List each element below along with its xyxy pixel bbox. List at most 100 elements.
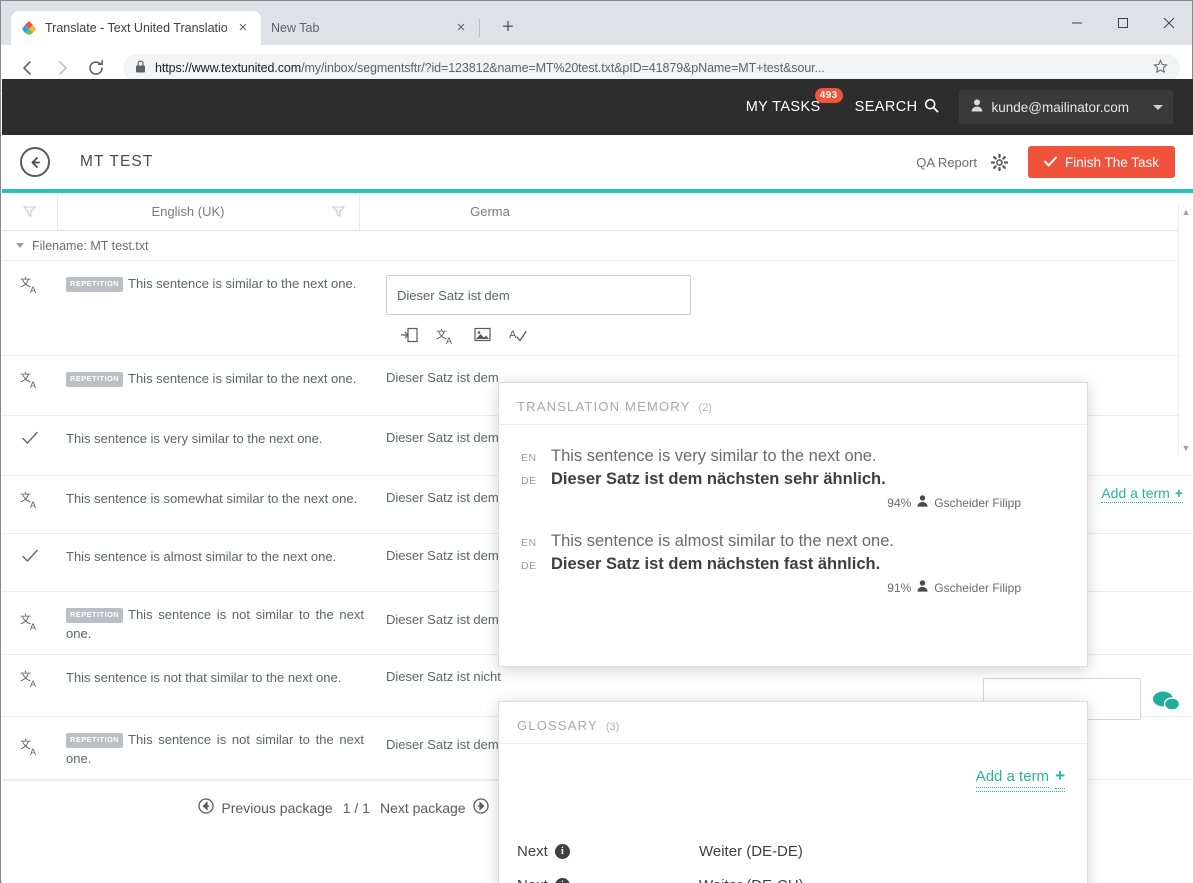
segment-source-text: REPETITION This sentence is not similar t… — [58, 717, 374, 779]
tm-target-text: Dieser Satz ist dem nächsten fast ähnlic… — [551, 555, 881, 573]
close-icon[interactable]: × — [235, 20, 251, 36]
segment-status-icon[interactable]: 文A — [2, 717, 58, 779]
glossary-add-term[interactable]: Add a term + — [499, 744, 1087, 792]
segment-source-text: This sentence is somewhat similar to the… — [66, 491, 358, 506]
tm-entry-meta: 91% Gscheider Filipp — [521, 580, 1065, 595]
panel-title: TRANSLATION MEMORY — [517, 399, 691, 414]
filter-icon[interactable] — [2, 193, 58, 230]
segment-status-icon[interactable]: 文A — [2, 261, 58, 355]
previous-package-button[interactable]: Previous package — [198, 798, 333, 817]
column-header-target[interactable]: Germa — [360, 193, 620, 230]
previous-circle-icon — [198, 798, 215, 817]
reload-icon[interactable] — [81, 53, 111, 83]
tm-author-name: Gscheider Filipp — [934, 580, 1021, 595]
check-icon — [1043, 155, 1057, 170]
my-tasks-link[interactable]: MY TASKS 493 — [745, 88, 843, 115]
maximize-icon[interactable] — [1100, 1, 1146, 45]
segment-status-icon[interactable]: 文A — [2, 655, 58, 716]
segments-table: Add a term + ▲ ▼ English (UK) Germa File… — [2, 193, 1193, 883]
column-header-source[interactable]: English (UK) — [58, 193, 318, 230]
minimize-icon[interactable] — [1054, 1, 1100, 45]
tm-source-lang: EN — [521, 537, 537, 549]
tm-source-text: This sentence is almost similar to the n… — [551, 532, 894, 550]
forward-arrow-icon[interactable] — [47, 53, 77, 83]
tm-entry[interactable]: EN This sentence is very similar to the … — [499, 425, 1087, 510]
finish-task-label: Finish The Task — [1064, 154, 1159, 170]
finish-task-button[interactable]: Finish The Task — [1027, 146, 1175, 178]
tm-target-text: Dieser Satz ist dem nächsten sehr ähnlic… — [551, 470, 886, 488]
close-icon[interactable]: × — [453, 20, 469, 36]
next-circle-icon — [472, 798, 489, 817]
segment-source-text: REPETITION This sentence is similar to th… — [58, 261, 374, 355]
svg-text:A: A — [30, 622, 36, 632]
tab-title: New Tab — [271, 21, 320, 35]
tm-entry[interactable]: EN This sentence is almost similar to th… — [499, 510, 1087, 595]
segment-target-input[interactable]: Dieser Satz ist dem — [386, 275, 691, 315]
segment-status-icon[interactable]: 文A — [2, 356, 58, 415]
textunited-app: MY TASKS 493 SEARCH kunde@mailinator.com — [2, 79, 1193, 883]
gear-icon[interactable] — [990, 153, 1008, 171]
machine-translate-icon[interactable]: 文A — [436, 327, 456, 345]
glossary-translation: Weiter (DE-DE) — [699, 842, 803, 860]
address-bar[interactable]: https://www.textunited.com/my/inbox/segm… — [123, 53, 1180, 82]
tm-target-lang: DE — [521, 475, 537, 487]
collapse-triangle-icon[interactable] — [16, 243, 24, 248]
star-icon[interactable] — [1153, 58, 1168, 77]
glossary-term-list: Next i Weiter (DE-DE) Next i Weiter (DE-… — [499, 792, 1087, 883]
browser-titlebar: Translate - Text United Translatio × New… — [1, 1, 1192, 45]
panel-title: GLOSSARY — [517, 718, 598, 733]
svg-text:A: A — [30, 285, 36, 295]
url-path: /my/inbox/segmentsftr/?id=123812&name=MT… — [301, 60, 825, 75]
person-icon — [917, 495, 928, 510]
segment-target-cell[interactable]: Dieser Satz ist dem 文A A — [374, 261, 1193, 355]
translation-memory-panel: TRANSLATION MEMORY (2) EN This sentence … — [498, 382, 1088, 667]
translation-memory-header: TRANSLATION MEMORY (2) — [499, 383, 1087, 425]
segment-status-icon[interactable]: 文A — [2, 592, 58, 654]
image-icon[interactable] — [474, 327, 491, 345]
qa-report-link[interactable]: QA Report — [916, 155, 977, 170]
task-subheader: MT TEST QA Report Finish The Task — [2, 135, 1193, 189]
insert-into-field-icon[interactable] — [400, 327, 418, 345]
scroll-up-arrow-icon[interactable]: ▲ — [1179, 205, 1193, 219]
segment-status-icon[interactable]: 文A — [2, 476, 58, 533]
tab-title: Translate - Text United Translatio — [45, 21, 227, 35]
svg-text:A: A — [30, 500, 36, 510]
magnifier-icon — [924, 98, 939, 117]
new-tab-button[interactable]: + — [494, 14, 522, 42]
search-link[interactable]: SEARCH — [855, 98, 940, 117]
glossary-term: Next i — [517, 843, 699, 860]
close-icon[interactable] — [1146, 1, 1192, 45]
add-term-label: Add a term — [975, 768, 1050, 788]
segment-source-text: REPETITION This sentence is similar to th… — [58, 356, 374, 415]
repetition-badge: REPETITION — [66, 277, 124, 292]
page-indicator: 1 / 1 — [342, 799, 370, 816]
spellcheck-icon[interactable]: A — [509, 327, 527, 345]
user-menu[interactable]: kunde@mailinator.com — [959, 90, 1173, 124]
segment-status-icon[interactable] — [2, 534, 58, 591]
glossary-term-label: Next — [517, 842, 548, 860]
glossary-term-label: Next — [517, 877, 548, 883]
list-item[interactable]: Next i Weiter (DE-CH) — [517, 868, 1087, 883]
filter-icon[interactable] — [318, 193, 360, 230]
info-icon[interactable]: i — [554, 877, 570, 883]
repetition-badge: REPETITION — [66, 608, 124, 623]
browser-tab-active[interactable]: Translate - Text United Translatio × — [11, 11, 261, 45]
segment-status-icon[interactable] — [2, 416, 58, 475]
back-arrow-icon[interactable] — [13, 53, 43, 83]
info-icon[interactable]: i — [554, 843, 570, 859]
segment-source-text: This sentence is not that similar to the… — [66, 670, 342, 685]
browser-tab-newtab[interactable]: New Tab × — [261, 11, 479, 45]
repetition-badge: REPETITION — [66, 372, 124, 387]
glossary-panel: GLOSSARY (3) Add a term + Next i Weiter … — [498, 701, 1088, 883]
textunited-logo-icon — [21, 20, 37, 36]
table-row[interactable]: 文A REPETITION This sentence is similar to… — [2, 261, 1193, 356]
next-package-button[interactable]: Next package — [380, 798, 489, 817]
person-icon — [917, 580, 928, 595]
glossary-term: Next i — [517, 877, 699, 883]
repetition-badge: REPETITION — [66, 733, 124, 748]
back-circle-icon[interactable] — [20, 147, 50, 177]
my-tasks-label: MY TASKS — [745, 99, 821, 115]
segment-source-text: REPETITION This sentence is not similar t… — [58, 592, 374, 654]
list-item[interactable]: Next i Weiter (DE-DE) — [517, 834, 1087, 868]
tm-source-line: EN This sentence is almost similar to th… — [521, 532, 1065, 551]
